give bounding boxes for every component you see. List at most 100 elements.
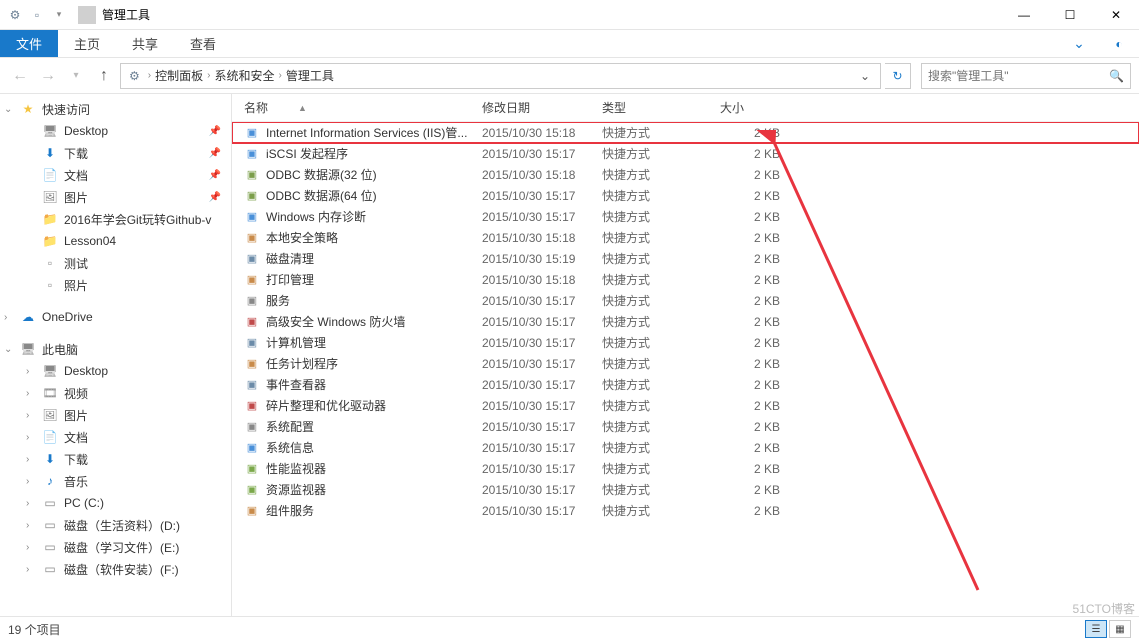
sidebar-item[interactable]: 📁 2016年学会Git玩转Github-v (0, 208, 231, 230)
sidebar-item-label: 磁盘（生活资料）(D:) (64, 517, 180, 534)
details-view-button[interactable]: ☰ (1085, 620, 1107, 638)
up-button[interactable]: ↑ (92, 64, 116, 88)
qat-dropdown-icon[interactable]: ▾ (50, 6, 68, 24)
sidebar-item[interactable]: › 🖼 图片 (0, 404, 231, 426)
chevron-right-icon[interactable]: › (26, 454, 29, 465)
chevron-right-icon[interactable]: › (26, 410, 29, 421)
file-row[interactable]: ▣Internet Information Services (IIS)管...… (232, 122, 1139, 143)
sidebar-item[interactable]: › 📄 文档 (0, 426, 231, 448)
refresh-button[interactable]: ↻ (885, 63, 911, 89)
chevron-right-icon[interactable]: › (26, 498, 29, 509)
sidebar-item[interactable]: › ♪ 音乐 (0, 470, 231, 492)
search-box[interactable]: 🔍 (921, 63, 1131, 89)
breadcrumb-seg[interactable]: 控制面板 (155, 67, 203, 84)
file-row[interactable]: ▣碎片整理和优化驱动器 2015/10/30 15:17 快捷方式 2 KB (232, 395, 1139, 416)
file-row[interactable]: ▣事件查看器 2015/10/30 15:17 快捷方式 2 KB (232, 374, 1139, 395)
file-row[interactable]: ▣性能监视器 2015/10/30 15:17 快捷方式 2 KB (232, 458, 1139, 479)
search-icon[interactable]: 🔍 (1109, 69, 1124, 83)
chevron-right-icon[interactable]: › (26, 476, 29, 487)
recent-dropdown-icon[interactable]: ▾ (64, 64, 88, 88)
file-row[interactable]: ▣系统信息 2015/10/30 15:17 快捷方式 2 KB (232, 437, 1139, 458)
column-date[interactable]: 修改日期 (482, 99, 602, 116)
sidebar-item[interactable]: 🖼 图片📌 (0, 186, 231, 208)
column-name[interactable]: 名称▲ (232, 99, 482, 116)
file-size: 2 KB (720, 441, 810, 455)
file-name: 系统信息 (266, 439, 314, 456)
sidebar-item[interactable]: › 🎞 视频 (0, 382, 231, 404)
file-row[interactable]: ▣计算机管理 2015/10/30 15:17 快捷方式 2 KB (232, 332, 1139, 353)
expand-ribbon-icon[interactable]: ⌄ (1059, 30, 1099, 57)
file-row[interactable]: ▣资源监视器 2015/10/30 15:17 快捷方式 2 KB (232, 479, 1139, 500)
file-type: 快捷方式 (602, 397, 720, 414)
file-row[interactable]: ▣任务计划程序 2015/10/30 15:17 快捷方式 2 KB (232, 353, 1139, 374)
file-row[interactable]: ▣高级安全 Windows 防火墙 2015/10/30 15:17 快捷方式 … (232, 311, 1139, 332)
chevron-right-icon[interactable]: › (26, 520, 29, 531)
home-tab[interactable]: 主页 (58, 30, 116, 57)
file-size: 2 KB (720, 252, 810, 266)
forward-button[interactable]: → (36, 64, 60, 88)
file-row[interactable]: ▣磁盘清理 2015/10/30 15:19 快捷方式 2 KB (232, 248, 1139, 269)
this-pc[interactable]: ⌄ 🖥 此电脑 (0, 338, 231, 360)
sidebar-item[interactable]: › ▭ PC (C:) (0, 492, 231, 514)
new-folder-icon[interactable]: ▫ (28, 6, 46, 24)
sidebar-item[interactable]: › ▭ 磁盘（软件安装）(F:) (0, 558, 231, 580)
minimize-button[interactable]: — (1001, 0, 1047, 30)
breadcrumb-dropdown-icon[interactable]: ⌄ (854, 69, 876, 83)
sidebar-item[interactable]: › ⬇ 下载 (0, 448, 231, 470)
sidebar-item[interactable]: ▫ 测试 (0, 252, 231, 274)
sidebar-item-label: 下载 (64, 451, 88, 468)
breadcrumb-seg[interactable]: 管理工具 (286, 67, 334, 84)
breadcrumb-seg[interactable]: 系统和安全 (214, 67, 274, 84)
file-row[interactable]: ▣ODBC 数据源(32 位) 2015/10/30 15:18 快捷方式 2 … (232, 164, 1139, 185)
chevron-right-icon[interactable]: › (4, 312, 7, 323)
sidebar-item[interactable]: ▫ 照片 (0, 274, 231, 296)
file-type: 快捷方式 (602, 145, 720, 162)
file-row[interactable]: ▣打印管理 2015/10/30 15:18 快捷方式 2 KB (232, 269, 1139, 290)
file-row[interactable]: ▣组件服务 2015/10/30 15:17 快捷方式 2 KB (232, 500, 1139, 521)
chevron-right-icon[interactable]: › (26, 564, 29, 575)
help-icon[interactable]: ◐ (1099, 30, 1139, 57)
file-row[interactable]: ▣本地安全策略 2015/10/30 15:18 快捷方式 2 KB (232, 227, 1139, 248)
chevron-right-icon[interactable]: › (26, 542, 29, 553)
close-button[interactable]: ✕ (1093, 0, 1139, 30)
maximize-button[interactable]: ☐ (1047, 0, 1093, 30)
sidebar-item[interactable]: › ▭ 磁盘（生活资料）(D:) (0, 514, 231, 536)
file-row[interactable]: ▣Windows 内存诊断 2015/10/30 15:17 快捷方式 2 KB (232, 206, 1139, 227)
shortcut-icon: ▣ (244, 335, 260, 351)
column-type[interactable]: 类型 (602, 99, 720, 116)
navigation-pane[interactable]: ⌄ ★ 快速访问 🖥 Desktop📌 ⬇ 下载📌 📄 文档📌 🖼 图片📌 📁 … (0, 94, 232, 616)
onedrive[interactable]: › ☁ OneDrive (0, 306, 231, 328)
chevron-down-icon[interactable]: ⌄ (4, 344, 12, 355)
status-bar: 19 个项目 ☰ ▦ (0, 616, 1139, 641)
sidebar-item[interactable]: › 🖥 Desktop (0, 360, 231, 382)
back-button[interactable]: ← (8, 64, 32, 88)
sidebar-item[interactable]: › ▭ 磁盘（学习文件）(E:) (0, 536, 231, 558)
file-date: 2015/10/30 15:17 (482, 462, 602, 476)
sidebar-item[interactable]: 🖥 Desktop📌 (0, 120, 231, 142)
file-tab[interactable]: 文件 (0, 30, 58, 57)
file-row[interactable]: ▣ODBC 数据源(64 位) 2015/10/30 15:17 快捷方式 2 … (232, 185, 1139, 206)
file-row[interactable]: ▣服务 2015/10/30 15:17 快捷方式 2 KB (232, 290, 1139, 311)
view-tab[interactable]: 查看 (174, 30, 232, 57)
file-size: 2 KB (720, 168, 810, 182)
shortcut-icon: ▣ (244, 503, 260, 519)
share-tab[interactable]: 共享 (116, 30, 174, 57)
chevron-right-icon[interactable]: › (26, 432, 29, 443)
search-input[interactable] (928, 69, 1109, 83)
file-list[interactable]: ▣Internet Information Services (IIS)管...… (232, 122, 1139, 616)
sidebar-item[interactable]: 📁 Lesson04 (0, 230, 231, 252)
file-row[interactable]: ▣系统配置 2015/10/30 15:17 快捷方式 2 KB (232, 416, 1139, 437)
chevron-right-icon[interactable]: › (26, 366, 29, 377)
file-name: Windows 内存诊断 (266, 208, 366, 225)
quick-access[interactable]: ⌄ ★ 快速访问 (0, 98, 231, 120)
thumbnails-view-button[interactable]: ▦ (1109, 620, 1131, 638)
sidebar-item[interactable]: ⬇ 下载📌 (0, 142, 231, 164)
file-row[interactable]: ▣iSCSI 发起程序 2015/10/30 15:17 快捷方式 2 KB (232, 143, 1139, 164)
sidebar-item[interactable]: 📄 文档📌 (0, 164, 231, 186)
chevron-down-icon[interactable]: ⌄ (4, 104, 12, 115)
column-size[interactable]: 大小 (720, 99, 810, 116)
chevron-right-icon: › (207, 70, 210, 81)
properties-icon[interactable]: ⚙ (6, 6, 24, 24)
chevron-right-icon[interactable]: › (26, 388, 29, 399)
breadcrumb[interactable]: ⚙ › 控制面板 › 系统和安全 › 管理工具 ⌄ (120, 63, 881, 89)
